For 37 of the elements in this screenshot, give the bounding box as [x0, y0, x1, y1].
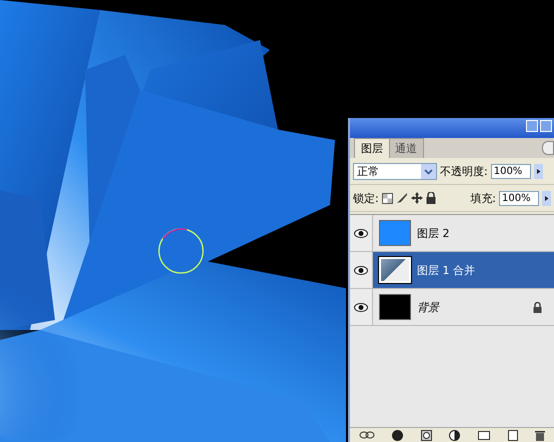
layer-thumbnail — [379, 257, 411, 283]
lock-transparency-icon[interactable] — [382, 192, 393, 204]
lock-icon[interactable] — [426, 192, 436, 204]
layer-row[interactable]: 背景 — [350, 289, 554, 326]
mask-icon[interactable] — [420, 430, 432, 440]
layer-name: 图层 1 合并 — [417, 262, 476, 278]
layer-row[interactable]: 图层 2 — [350, 215, 554, 252]
close-button[interactable] — [540, 120, 552, 132]
brush-icon[interactable] — [396, 192, 408, 204]
eye-icon[interactable] — [354, 228, 368, 238]
panel-tab[interactable]: 图层 — [354, 138, 390, 158]
layer-name: 背景 — [417, 300, 441, 314]
fill-label: 填充: — [470, 190, 496, 206]
layer-row[interactable]: 图层 1 合并 — [350, 252, 554, 289]
move-icon[interactable] — [410, 192, 423, 204]
opacity-label: 不透明度: — [440, 164, 488, 178]
layer-style-icon[interactable] — [392, 430, 404, 440]
opacity-field[interactable]: 100% — [490, 164, 531, 178]
link-icon[interactable] — [358, 431, 375, 439]
folder-icon[interactable] — [478, 430, 490, 440]
brush-cursor-icon — [157, 227, 205, 275]
opacity-slider-button[interactable] — [534, 164, 543, 178]
layer-thumbnail — [379, 220, 411, 246]
eye-icon[interactable] — [354, 302, 368, 312]
panel-menu-button[interactable] — [542, 141, 554, 155]
eye-icon[interactable] — [354, 266, 368, 274]
new-layer-icon[interactable] — [508, 430, 518, 440]
layer-thumbnail — [379, 294, 411, 320]
trash-icon[interactable] — [535, 430, 546, 440]
adjustment-icon[interactable] — [449, 430, 460, 440]
layer-name: 图层 2 — [417, 226, 450, 240]
panel-tab[interactable]: 通道 — [388, 138, 424, 158]
lock-label: 锁定: — [353, 190, 379, 206]
fill-slider-button[interactable] — [542, 190, 551, 206]
blend-mode-dropdown[interactable]: 正常 — [353, 162, 437, 180]
fill-field[interactable]: 100% — [499, 190, 539, 206]
minimize-button[interactable] — [526, 120, 538, 132]
